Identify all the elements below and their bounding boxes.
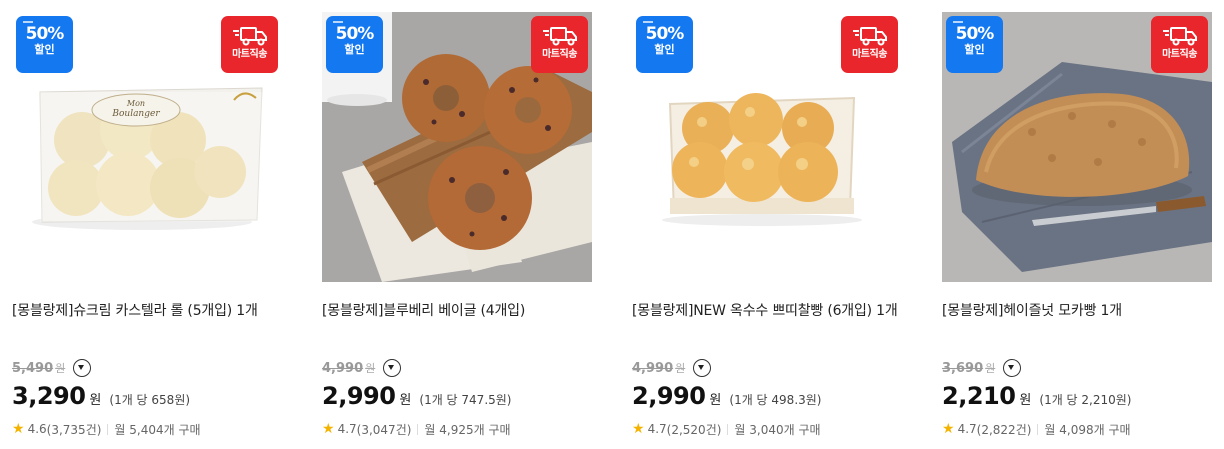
original-price: 4,990	[632, 360, 674, 376]
rating-row: ★ 4.7 (2,520건) 월 3,040개 구매	[632, 420, 902, 438]
product-title[interactable]: [몽블랑제]헤이즐넛 모카빵 1개	[942, 300, 1212, 346]
sale-price: 3,290	[12, 382, 86, 410]
rating-value: 4.7	[337, 422, 357, 436]
unit-price: (1개 당 498.3원)	[729, 393, 822, 407]
discount-percent: 50%	[335, 24, 375, 44]
original-price-unit: 원	[55, 362, 66, 375]
sale-price-unit: 원	[89, 393, 102, 408]
discount-label: 할인	[964, 43, 985, 56]
monthly-sales: 월 5,404개 구매	[114, 422, 201, 437]
discount-label: 할인	[654, 43, 675, 56]
divider	[727, 423, 729, 435]
sale-price-row: 2,990 원 (1개 당 498.3원)	[632, 382, 902, 412]
product-card[interactable]: 50% 할인 마트직송 [몽블랑제]헤이즐넛 모카빵 1개 3,690 원 2,…	[942, 12, 1212, 442]
product-title[interactable]: [몽블랑제]블루베리 베이글 (4개입)	[322, 300, 592, 346]
truck-icon	[852, 27, 887, 46]
chevron-down-icon[interactable]	[693, 359, 712, 377]
package-print-line2: Boulanger	[111, 109, 160, 119]
delivery-badge: 마트직송	[1151, 16, 1208, 73]
original-price-row: 4,990 원	[632, 358, 902, 378]
product-image[interactable]: Mon Boulanger 50% 할인 마트직송	[12, 12, 282, 282]
product-image[interactable]: 50% 할인 마트직송	[322, 12, 592, 282]
discount-percent: 50%	[645, 24, 685, 44]
delivery-label: 마트직송	[1162, 49, 1197, 60]
discount-label: 할인	[344, 43, 365, 56]
unit-price: (1개 당 2,210원)	[1039, 393, 1132, 407]
divider	[417, 423, 419, 435]
original-price-row: 3,690 원	[942, 358, 1212, 378]
package-print-line1: Mon	[126, 99, 145, 108]
sale-price-unit: 원	[1019, 393, 1032, 408]
product-card[interactable]: 50% 할인 마트직송 [몽블랑제]블루베리 베이글 (4개입) 4,990 원	[322, 12, 592, 442]
product-card[interactable]: Mon Boulanger 50% 할인 마트직송 [몽블랑제]슈크림 카스텔라…	[12, 12, 282, 442]
truck-icon	[542, 27, 577, 46]
sale-price-unit: 원	[399, 393, 412, 408]
star-icon: ★	[942, 421, 955, 437]
sale-price-unit: 원	[709, 393, 722, 408]
sale-price-row: 3,290 원 (1개 당 658원)	[12, 382, 282, 412]
delivery-badge: 마트직송	[841, 16, 898, 73]
rating-value: 4.6	[27, 422, 47, 436]
original-price-row: 4,990 원	[322, 358, 592, 378]
discount-badge: 50% 할인	[16, 16, 73, 73]
rating-row: ★ 4.7 (2,822건) 월 4,098개 구매	[942, 420, 1212, 438]
discount-badge: 50% 할인	[636, 16, 693, 73]
monthly-sales: 월 3,040개 구매	[734, 422, 821, 437]
star-icon: ★	[12, 421, 25, 437]
sale-price: 2,990	[322, 382, 396, 410]
review-count[interactable]: (3,047건)	[357, 421, 412, 438]
unit-price: (1개 당 747.5원)	[419, 393, 512, 407]
monthly-sales: 월 4,098개 구매	[1044, 422, 1131, 437]
rating-value: 4.7	[647, 422, 667, 436]
chevron-down-icon[interactable]	[383, 359, 402, 377]
discount-percent: 50%	[25, 24, 65, 44]
product-title[interactable]: [몽블랑제]NEW 옥수수 쁘띠찰빵 (6개입) 1개	[632, 300, 902, 346]
product-card[interactable]: 50% 할인 마트직송 [몽블랑제]NEW 옥수수 쁘띠찰빵 (6개입) 1개 …	[632, 12, 902, 442]
review-count[interactable]: (2,822건)	[977, 421, 1032, 438]
truck-icon	[1162, 27, 1197, 46]
star-icon: ★	[322, 421, 335, 437]
delivery-badge: 마트직송	[221, 16, 278, 73]
product-title[interactable]: [몽블랑제]슈크림 카스텔라 롤 (5개입) 1개	[12, 300, 282, 346]
product-image[interactable]: 50% 할인 마트직송	[632, 12, 902, 282]
review-count[interactable]: (2,520건)	[667, 421, 722, 438]
original-price: 4,990	[322, 360, 364, 376]
discount-badge: 50% 할인	[946, 16, 1003, 73]
delivery-label: 마트직송	[232, 49, 267, 60]
delivery-label: 마트직송	[852, 49, 887, 60]
truck-icon	[232, 27, 267, 46]
review-count[interactable]: (3,735건)	[47, 421, 102, 438]
unit-price: (1개 당 658원)	[109, 393, 191, 407]
rating-row: ★ 4.6 (3,735건) 월 5,404개 구매	[12, 420, 282, 438]
sale-price-row: 2,990 원 (1개 당 747.5원)	[322, 382, 592, 412]
divider	[1037, 423, 1039, 435]
sale-price: 2,210	[942, 382, 1016, 410]
chevron-down-icon[interactable]	[1003, 359, 1022, 377]
discount-label: 할인	[34, 43, 55, 56]
monthly-sales: 월 4,925개 구매	[424, 422, 511, 437]
discount-percent: 50%	[955, 24, 995, 44]
divider	[107, 423, 109, 435]
delivery-label: 마트직송	[542, 49, 577, 60]
product-image[interactable]: 50% 할인 마트직송	[942, 12, 1212, 282]
rating-value: 4.7	[957, 422, 977, 436]
sale-price: 2,990	[632, 382, 706, 410]
star-icon: ★	[632, 421, 645, 437]
original-price-row: 5,490 원	[12, 358, 282, 378]
chevron-down-icon[interactable]	[73, 359, 92, 377]
original-price-unit: 원	[985, 362, 996, 375]
original-price-unit: 원	[365, 362, 376, 375]
original-price: 5,490	[12, 360, 54, 376]
original-price-unit: 원	[675, 362, 686, 375]
original-price: 3,690	[942, 360, 984, 376]
rating-row: ★ 4.7 (3,047건) 월 4,925개 구매	[322, 420, 592, 438]
sale-price-row: 2,210 원 (1개 당 2,210원)	[942, 382, 1212, 412]
discount-badge: 50% 할인	[326, 16, 383, 73]
product-grid: Mon Boulanger 50% 할인 마트직송 [몽블랑제]슈크림 카스텔라…	[0, 0, 1224, 449]
delivery-badge: 마트직송	[531, 16, 588, 73]
